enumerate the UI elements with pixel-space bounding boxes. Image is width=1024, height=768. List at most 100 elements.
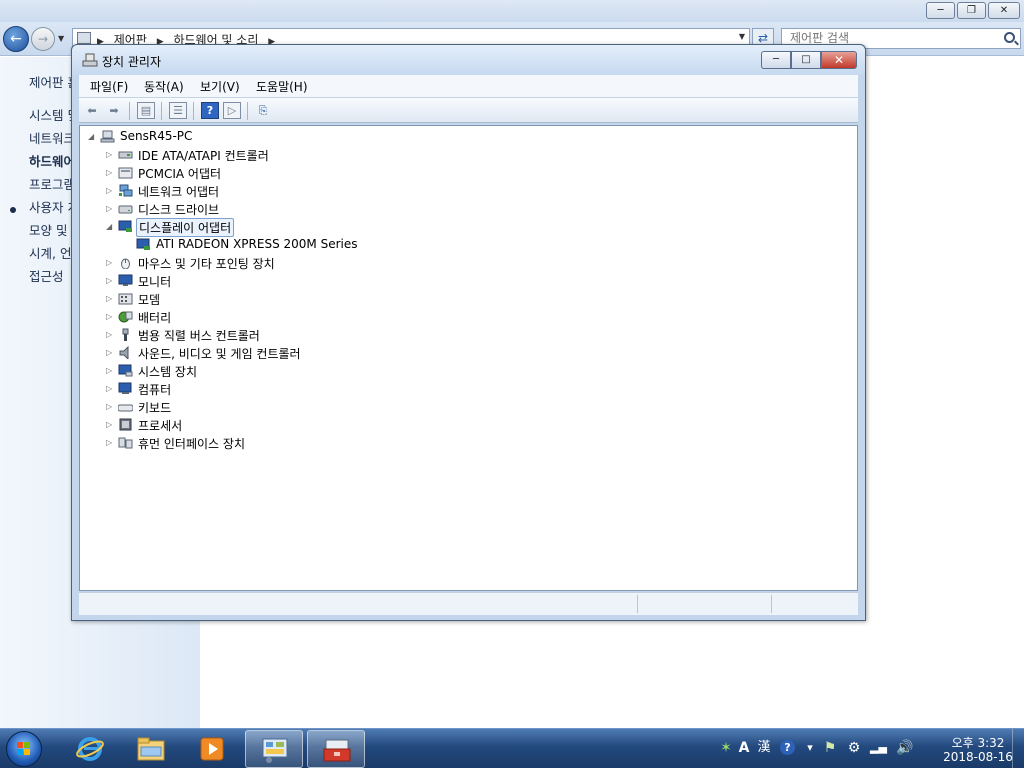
hid-icon: [118, 437, 133, 449]
network-signal-icon[interactable]: ▂▄: [870, 739, 887, 757]
expand-icon[interactable]: ▷: [106, 313, 114, 321]
device-category-label[interactable]: 네트워크 어댑터: [136, 183, 221, 200]
forward-arrow-icon[interactable]: ➡: [105, 102, 123, 119]
device-category-label[interactable]: 디스크 드라이브: [136, 201, 221, 218]
device-category-label[interactable]: 모뎀: [136, 291, 162, 308]
device-category-label[interactable]: 사운드, 비디오 및 게임 컨트롤러: [136, 345, 303, 362]
expand-icon[interactable]: ▷: [106, 169, 114, 177]
expand-icon[interactable]: ▷: [106, 259, 114, 267]
device-category-label[interactable]: 키보드: [136, 399, 173, 416]
taskbar-control-panel[interactable]: [245, 730, 303, 768]
expand-icon[interactable]: ▷: [106, 385, 114, 393]
expand-icon[interactable]: ▷: [106, 439, 114, 447]
taskbar-explorer[interactable]: [122, 730, 180, 768]
control-panel-close-button[interactable]: ✕: [988, 2, 1020, 19]
device-category-label[interactable]: 컴퓨터: [136, 381, 173, 398]
minimize-button[interactable]: ─: [761, 51, 791, 69]
device-manager-window: 장치 관리자 ─ □ ✕ 파일(F) 동작(A) 보기(V) 도움말(H) ⬅ …: [71, 44, 866, 621]
device-category-label[interactable]: 배터리: [136, 309, 173, 326]
menu-action[interactable]: 동작(A): [144, 78, 184, 95]
taskbar-media-player[interactable]: [183, 730, 241, 768]
taskbar-internet-explorer[interactable]: [61, 730, 119, 768]
device-category-label[interactable]: 모니터: [136, 273, 173, 290]
clock-date[interactable]: 2018-08-16: [940, 750, 1016, 764]
expand-icon[interactable]: ▷: [106, 331, 114, 339]
device-category-label[interactable]: 마우스 및 기타 포인팅 장치: [136, 255, 277, 272]
expand-icon[interactable]: ▷: [106, 205, 114, 213]
scan-hardware-changes-icon[interactable]: ⎘: [254, 102, 272, 119]
properties-icon[interactable]: ☰: [169, 102, 187, 119]
show-hide-action-pane-icon[interactable]: ▷: [223, 102, 241, 119]
menu-help[interactable]: 도움말(H): [256, 78, 308, 95]
display-adapter-icon: [136, 238, 150, 250]
device-item-label[interactable]: ATI RADEON XPRESS 200M Series: [154, 237, 359, 251]
maximize-button[interactable]: □: [791, 51, 821, 69]
nav-programs[interactable]: 프로그램: [29, 174, 75, 193]
device-category-label[interactable]: IDE ATA/ATAPI 컨트롤러: [136, 147, 271, 164]
expand-icon[interactable]: ▷: [106, 151, 114, 159]
collapse-icon[interactable]: ◢: [106, 223, 114, 231]
back-button[interactable]: ←: [3, 26, 29, 52]
device-category-label[interactable]: 프로세서: [136, 417, 184, 434]
search-icon[interactable]: [1004, 32, 1015, 43]
system-tray: ✶ A 漢 ? ▾ ⚑ ⚙ ▂▄ 🔊 오후 3:32 2018-08-16: [714, 729, 1024, 768]
nav-accessibility[interactable]: 접근성: [29, 266, 64, 285]
control-panel-restore-button[interactable]: ❐: [957, 2, 986, 19]
taskbar: ✶ A 漢 ? ▾ ⚑ ⚙ ▂▄ 🔊 오후 3:32 2018-08-16: [0, 728, 1024, 768]
expand-icon[interactable]: ▷: [106, 187, 114, 195]
taskbar-device-manager[interactable]: [307, 730, 365, 768]
expand-icon[interactable]: ▷: [106, 277, 114, 285]
volume-icon[interactable]: 🔊: [896, 739, 913, 757]
language-bar-icon[interactable]: ✶: [718, 739, 734, 757]
expand-icon[interactable]: ▷: [106, 349, 114, 357]
control-panel-minimize-button[interactable]: ─: [926, 2, 955, 19]
computer-icon: [100, 130, 115, 143]
address-dropdown-icon[interactable]: ▼: [739, 32, 745, 41]
sound-icon: [119, 346, 129, 359]
folder-icon: [137, 737, 165, 761]
device-category-label[interactable]: 휴먼 인터페이스 장치: [136, 435, 247, 452]
forward-button[interactable]: →: [31, 27, 55, 51]
status-bar: [79, 592, 858, 615]
device-manager-titlebar[interactable]: 장치 관리자 ─ □ ✕: [72, 45, 865, 75]
battery-icon: [118, 311, 133, 323]
help-icon[interactable]: ?: [201, 102, 219, 119]
back-arrow-icon[interactable]: ⬅: [83, 102, 101, 119]
monitor-icon: [118, 274, 133, 286]
hanja-icon[interactable]: 漢: [756, 739, 772, 757]
menu-file[interactable]: 파일(F): [90, 78, 128, 95]
computer-icon: [118, 382, 132, 394]
action-center-flag-icon[interactable]: ⚑: [822, 739, 838, 757]
ime-mode-icon[interactable]: A: [736, 739, 752, 757]
collapse-icon[interactable]: ◢: [88, 133, 96, 141]
control-panel-icon: [262, 738, 288, 763]
search-input[interactable]: [790, 31, 990, 45]
power-plug-icon[interactable]: ⚙: [846, 739, 862, 757]
computer-name[interactable]: SensR45-PC: [118, 129, 194, 143]
device-category-label[interactable]: 디스플레이 어댑터: [136, 218, 235, 237]
start-button[interactable]: [6, 731, 42, 767]
network-adapter-icon: [119, 184, 133, 197]
device-category-label[interactable]: PCMCIA 어댑터: [136, 165, 223, 182]
close-button[interactable]: ✕: [821, 51, 857, 69]
usb-icon: [122, 328, 129, 341]
menu-view[interactable]: 보기(V): [200, 78, 240, 95]
device-tree[interactable]: ◢ SensR45-PC ▷ IDE ATA/ATAPI 컨트롤러 ▷ PCMCIA …: [79, 125, 858, 591]
device-category-label[interactable]: 범용 직렬 버스 컨트롤러: [136, 327, 262, 344]
clock-time[interactable]: 오후 3:32: [940, 734, 1016, 751]
expand-icon[interactable]: ▷: [106, 421, 114, 429]
expand-icon[interactable]: ▷: [106, 295, 114, 303]
ime-settings-icon[interactable]: ▾: [802, 739, 818, 757]
show-desktop-button[interactable]: [1012, 729, 1024, 768]
device-category-label[interactable]: 시스템 장치: [136, 363, 199, 380]
recent-pages-dropdown-icon[interactable]: ▼: [58, 34, 64, 43]
pcmcia-icon: [118, 167, 133, 179]
toolbar-separator: [193, 102, 194, 120]
toolbar-separator: [129, 102, 130, 120]
expand-icon[interactable]: ▷: [106, 403, 114, 411]
internet-explorer-icon: [76, 737, 104, 761]
device-manager-toolbox-icon: [323, 739, 351, 762]
expand-icon[interactable]: ▷: [106, 367, 114, 375]
show-hide-console-tree-icon[interactable]: ▤: [137, 102, 155, 119]
help-icon[interactable]: ?: [780, 740, 795, 755]
